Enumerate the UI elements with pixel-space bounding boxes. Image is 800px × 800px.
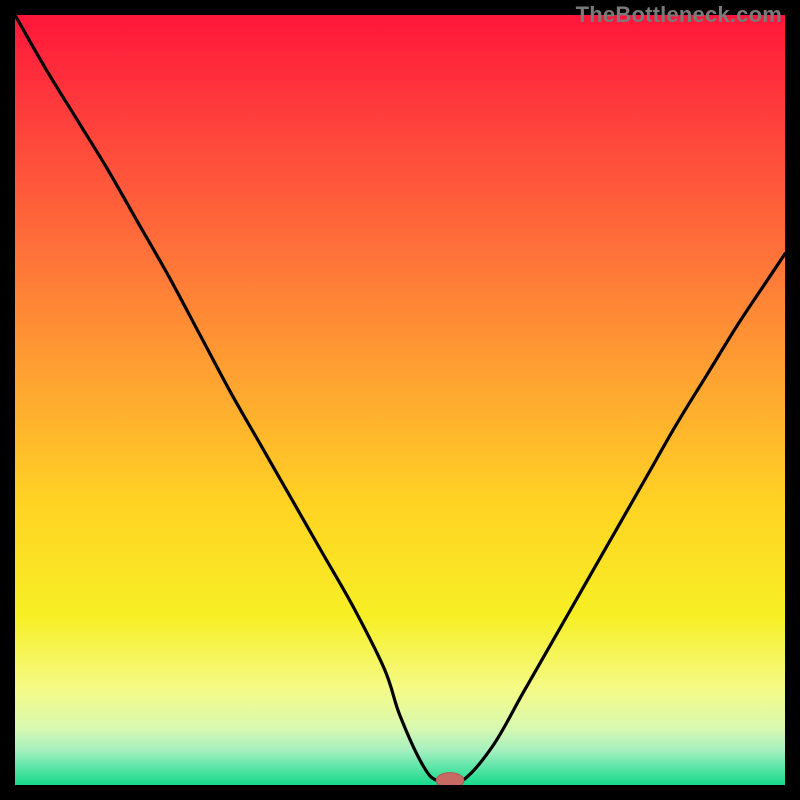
bottleneck-plot bbox=[15, 15, 785, 785]
optimal-point-marker bbox=[436, 773, 464, 785]
watermark-text: TheBottleneck.com bbox=[576, 2, 782, 28]
chart-frame bbox=[15, 15, 785, 785]
gradient-background bbox=[15, 15, 785, 785]
